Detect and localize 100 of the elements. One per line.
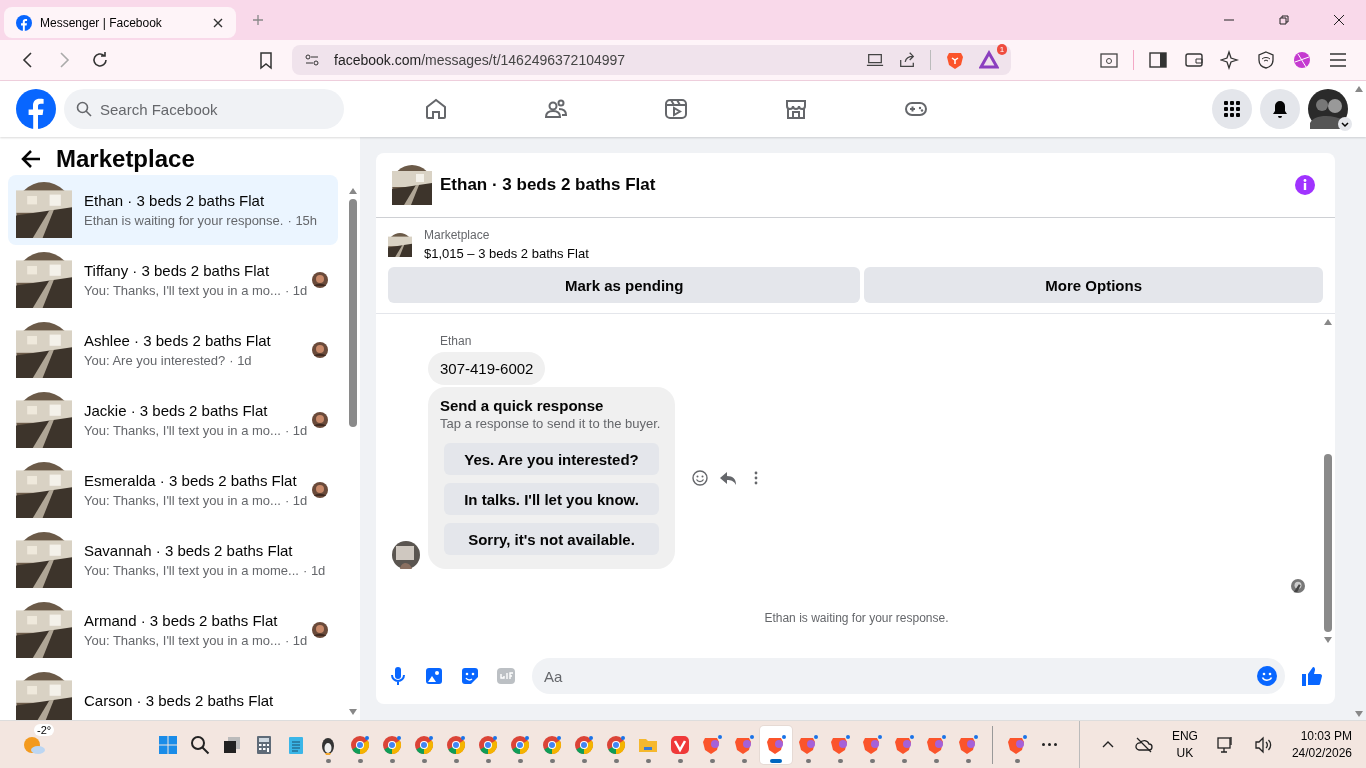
restore-icon[interactable] — [1278, 14, 1290, 26]
video-icon[interactable] — [664, 97, 688, 121]
tab-title: Messenger | Facebook — [40, 15, 163, 30]
menu-icon[interactable] — [1328, 50, 1348, 70]
scroll-up-icon[interactable] — [1323, 318, 1333, 326]
sidebar-icon[interactable] — [1148, 50, 1168, 70]
lion-shield-icon — [798, 734, 818, 755]
message-time: · 1d — [284, 633, 308, 648]
globe-icon[interactable] — [1292, 50, 1312, 70]
new-tab-icon[interactable] — [252, 14, 264, 26]
message-time: · 1d — [302, 563, 326, 578]
taskbar-app[interactable] — [760, 725, 792, 764]
install-icon[interactable] — [866, 51, 885, 69]
thumbs-up-icon[interactable] — [1301, 665, 1323, 687]
share-icon[interactable] — [898, 51, 917, 69]
message-field[interactable]: Aa — [532, 658, 1285, 694]
close-icon[interactable] — [1333, 14, 1345, 26]
chrome-icon — [478, 734, 498, 755]
more-icon — [1041, 743, 1057, 746]
message-time: · 1d — [229, 353, 252, 368]
chevron-down-icon[interactable] — [1338, 117, 1352, 131]
image-icon[interactable] — [424, 666, 444, 686]
sparkle-icon[interactable] — [1220, 50, 1240, 70]
scroll-down-icon[interactable] — [1323, 636, 1333, 644]
bell-icon — [1270, 99, 1290, 119]
lion-shield-icon — [862, 734, 882, 755]
friends-icon[interactable] — [544, 97, 568, 121]
lion-shield-icon[interactable] — [945, 50, 966, 70]
chrome-icon — [414, 734, 434, 755]
sticker-icon[interactable] — [460, 666, 480, 686]
facebook-icon — [16, 14, 32, 31]
conversation-name: Jackie · 3 beds 2 baths Flat — [84, 402, 269, 419]
menu-button[interactable] — [1212, 89, 1252, 129]
address-bar[interactable]: facebook.com/messages/t/1462496372104997 1 — [292, 45, 1012, 75]
vpn-shield-icon[interactable] — [1256, 50, 1276, 70]
lion-shield-icon — [894, 734, 914, 755]
chrome-icon — [446, 734, 466, 755]
microphone-icon[interactable] — [388, 666, 408, 686]
grid-icon — [1222, 99, 1242, 119]
chrome-icon — [350, 734, 370, 755]
facebook-logo[interactable] — [16, 89, 56, 129]
lion-shield-icon — [734, 734, 754, 755]
conversation-item[interactable]: Armand · 3 beds 2 baths Flat You: Thanks, I'll text you in a mo... · 1d — [8, 595, 338, 665]
close-icon[interactable] — [212, 16, 224, 29]
lion-shield-icon — [1007, 734, 1027, 755]
action-button[interactable]: Mark as pending — [388, 267, 861, 303]
screenshot-icon[interactable] — [1099, 50, 1120, 70]
reply-icon[interactable] — [719, 469, 737, 487]
wallet-icon[interactable] — [1184, 50, 1204, 70]
conversation-item[interactable]: Savannah · 3 beds 2 baths Flat You: Thanks, I'll text you in a mome... · 1d — [8, 525, 338, 595]
action-button[interactable]: More Options — [864, 267, 1323, 303]
scroll-down-icon[interactable] — [348, 708, 358, 716]
info-icon[interactable] — [1295, 175, 1315, 195]
listing-label: Marketplace — [424, 228, 491, 242]
notification-badge: 1 — [996, 44, 1008, 55]
lion-shield-icon — [830, 734, 850, 755]
message-time: · 1d — [284, 493, 308, 508]
clock-time[interactable]: 10:03 PM — [1300, 729, 1352, 743]
emoji-icon[interactable] — [1257, 666, 1277, 686]
scroll-down-icon[interactable] — [1354, 710, 1364, 718]
conversation-item[interactable]: Tiffany · 3 beds 2 baths Flat You: Thanks, I'll text you in a mo... · 1d — [8, 245, 338, 315]
conversation-name: Ashlee · 3 beds 2 baths Flat — [84, 332, 272, 349]
lion-shield-icon — [958, 734, 978, 755]
scroll-thumb[interactable] — [1324, 454, 1332, 632]
conversation-item[interactable]: Esmeralda · 3 beds 2 baths Flat You: Thanks, I'll text you in a mo... · 1d — [8, 455, 338, 525]
conversation-item[interactable]: Jackie · 3 beds 2 baths Flat You: Thanks, I'll text you in a mo... · 1d — [8, 385, 338, 455]
browser-tab[interactable]: Messenger | Facebook — [4, 7, 236, 38]
message-preview: You: Are you interested? — [84, 353, 226, 368]
status-text: Ethan is waiting for your response. — [763, 611, 950, 625]
region[interactable]: UK — [1176, 746, 1194, 760]
quick-response-button[interactable]: In talks. I'll let you know. — [444, 483, 659, 515]
conversation-item[interactable]: Ethan · 3 beds 2 baths Flat Ethan is waiting for your response. · 15h — [8, 175, 338, 245]
smiley-icon[interactable] — [691, 469, 709, 487]
scroll-thumb[interactable] — [349, 199, 357, 427]
triangle-icon[interactable] — [979, 50, 1000, 70]
search-field[interactable]: Search Facebook — [64, 89, 344, 129]
home-icon[interactable] — [424, 97, 448, 121]
reload-icon[interactable] — [90, 50, 110, 70]
message-time: · 1d — [284, 423, 308, 438]
back-arrow-icon[interactable] — [20, 148, 42, 170]
profile-avatar[interactable] — [1308, 89, 1348, 129]
language[interactable]: ENG — [1171, 729, 1198, 743]
quick-response-button[interactable]: Sorry, it's not available. — [444, 523, 659, 555]
notifications-button[interactable] — [1260, 89, 1300, 129]
conversation-item[interactable]: Ashlee · 3 beds 2 baths Flat You: Are you interested? · 1d — [8, 315, 338, 385]
scroll-up-icon[interactable] — [1354, 85, 1364, 93]
lion-shield-icon — [926, 734, 946, 755]
shop-icon[interactable] — [784, 97, 808, 121]
conversation-name: Esmeralda · 3 beds 2 baths Flat — [84, 472, 298, 489]
scroll-up-icon[interactable] — [348, 187, 358, 195]
message-preview: Ethan is waiting for your response. — [84, 213, 284, 228]
clock-date[interactable]: 24/02/2026 — [1291, 746, 1352, 760]
sender-name: Ethan — [440, 334, 473, 348]
message-preview: You: Thanks, I'll text you in a mo... — [84, 633, 281, 648]
quick-response-button[interactable]: Yes. Are you interested? — [444, 443, 659, 475]
volume-icon[interactable] — [1253, 734, 1274, 755]
task-view-icon — [222, 734, 242, 755]
message-preview: You: Thanks, I'll text you in a mo... — [84, 493, 281, 508]
chat-title: Ethan · 3 beds 2 baths Flat — [440, 175, 656, 195]
vivaldi-icon — [670, 734, 690, 755]
